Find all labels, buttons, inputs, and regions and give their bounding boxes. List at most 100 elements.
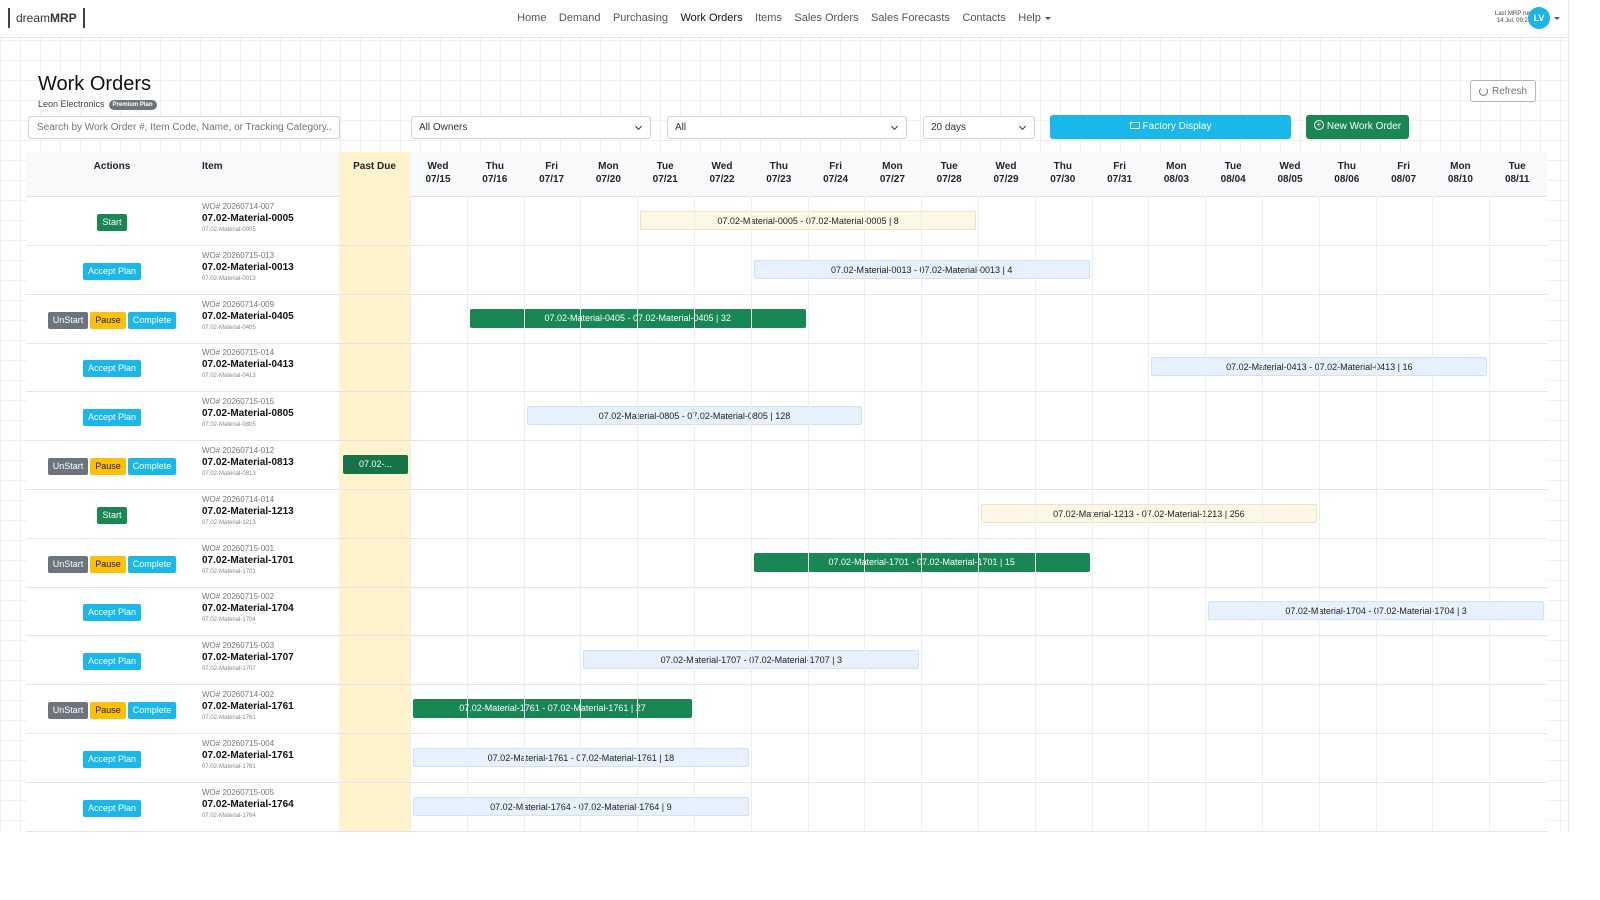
day-column-header: Fri 07/17	[524, 160, 580, 186]
nav-purchasing[interactable]: Purchasing	[613, 0, 668, 37]
day-date: 07/17	[539, 174, 565, 185]
item-name: 07.02-Material-0413	[202, 373, 256, 380]
nav-help[interactable]: Help	[1018, 0, 1051, 37]
day-of-week: Tue	[656, 161, 674, 172]
plus-circle-icon: +	[1313, 120, 1324, 131]
accept-plan-button[interactable]: Accept Plan	[82, 604, 142, 622]
item-cell[interactable]: WO# 20260715-001 07.02-Material-1701 07.02…	[202, 544, 337, 576]
range-select[interactable]: 20 days	[923, 116, 1035, 139]
day-date: 08/03	[1163, 174, 1189, 185]
nav-home[interactable]: Home	[517, 0, 546, 37]
day-of-week: Thu	[769, 161, 788, 172]
factory-display-label: Factory Display	[1142, 121, 1212, 132]
accept-plan-button[interactable]: Accept Plan	[82, 409, 142, 427]
nav-sales-orders[interactable]: Sales Orders	[794, 0, 858, 37]
gantt-bar[interactable]: 07.02-...	[343, 455, 408, 474]
unstart-button[interactable]: UnStart	[47, 702, 89, 719]
item-cell[interactable]: WO# 20260715-014 07.02-Material-0413 07.02…	[202, 348, 337, 380]
item-name: 07.02-Material-1761	[202, 715, 256, 721]
nav-contacts[interactable]: Contacts	[962, 0, 1005, 37]
day-date: 07/16	[482, 174, 508, 185]
accept-plan-button[interactable]: Accept Plan	[82, 262, 142, 280]
day-date: 07/31	[1107, 174, 1133, 185]
day-of-week: Fri	[1113, 161, 1126, 172]
caret-down-icon[interactable]	[1554, 17, 1560, 20]
day-column-header: Tue 08/11	[1489, 160, 1545, 186]
nav-demand[interactable]: Demand	[559, 0, 601, 37]
day-column-header: Fri 07/31	[1092, 160, 1148, 186]
accept-plan-button[interactable]: Accept Plan	[82, 653, 142, 671]
monitor-icon	[1129, 121, 1140, 129]
new-work-order-button[interactable]: + New Work Order	[1306, 115, 1409, 139]
unstart-button[interactable]: UnStart	[47, 555, 89, 573]
company-name: Leon Electronics Premium Plan	[38, 98, 157, 110]
complete-button[interactable]: Complete	[127, 458, 177, 475]
item-cell[interactable]: WO# 20260714-012 07.02-Material-0813 07.02…	[202, 446, 337, 478]
complete-button[interactable]: Complete	[127, 702, 177, 719]
day-of-week: Mon	[882, 161, 903, 172]
day-column-header: Wed 07/22	[694, 160, 750, 186]
day-date: 07/23	[766, 174, 792, 185]
factory-display-button[interactable]: Factory Display	[1050, 115, 1291, 139]
accept-plan-button[interactable]: Accept Plan	[82, 360, 142, 378]
gantt-bar[interactable]: 07.02-Material-1761 - 07.02-Material-176…	[413, 699, 692, 718]
day-date: 07/28	[936, 174, 962, 185]
item-code: 07.02-Material-0005	[202, 213, 294, 224]
day-gridline	[523, 196, 525, 832]
item-cell[interactable]: WO# 20260714-007 07.02-Material-0005 07.02…	[202, 202, 337, 234]
item-cell[interactable]: WO# 20260715-005 07.02-Material-1764 07.02…	[202, 788, 337, 820]
day-date: 08/04	[1220, 174, 1246, 185]
day-of-week: Wed	[711, 161, 733, 172]
item-cell[interactable]: WO# 20260714-014 07.02-Material-1213 07.02…	[202, 495, 337, 527]
item-name: 07.02-Material-0813	[202, 471, 256, 477]
row-actions: Start	[26, 490, 198, 538]
day-of-week: Thu	[485, 161, 504, 172]
nav-work-orders[interactable]: Work Orders	[680, 0, 742, 37]
unstart-button[interactable]: UnStart	[47, 311, 89, 329]
item-cell[interactable]: WO# 20260715-013 07.02-Material-0013 07.02…	[202, 251, 337, 283]
day-column-header: Fri 07/24	[808, 160, 864, 186]
day-column-header: Mon 07/27	[864, 160, 920, 186]
day-gridline	[1262, 196, 1263, 832]
work-order-number: WO# 20260714-012	[202, 446, 275, 455]
complete-button[interactable]: Complete	[127, 311, 177, 329]
pause-button[interactable]: Pause	[90, 702, 126, 719]
item-name: 07.02-Material-0013	[202, 275, 256, 282]
item-cell[interactable]: WO# 20260715-002 07.02-Material-1704 07.02…	[202, 592, 337, 624]
navbar: dreamMRP Home Demand Purchasing Work Ord…	[0, 0, 1568, 38]
day-gridline	[1034, 196, 1036, 832]
day-gridline	[978, 196, 979, 832]
owner-select[interactable]: All Owners	[411, 116, 651, 139]
search-input[interactable]	[28, 116, 340, 139]
unstart-button[interactable]: UnStart	[47, 458, 89, 475]
row-actions: Accept Plan	[26, 587, 198, 635]
item-cell[interactable]: WO# 20260715-003 07.02-Material-1707 07.02…	[202, 641, 337, 673]
item-cell[interactable]: WO# 20260714-009 07.02-Material-0405 07.02…	[202, 300, 337, 332]
scrollbar[interactable]	[1568, 0, 1600, 832]
pause-button[interactable]: Pause	[90, 311, 126, 329]
day-gridline	[1318, 196, 1320, 832]
complete-button[interactable]: Complete	[127, 555, 177, 573]
row-actions: Accept Plan	[26, 783, 198, 831]
accept-plan-button[interactable]: Accept Plan	[82, 799, 142, 817]
day-date: 07/15	[425, 174, 451, 185]
start-button[interactable]: Start	[97, 506, 127, 524]
accept-plan-button[interactable]: Accept Plan	[82, 750, 142, 768]
chevron-down-icon	[1018, 122, 1027, 131]
owner-select-value: All Owners	[419, 122, 468, 133]
nav-items[interactable]: Items	[755, 0, 782, 37]
nav-sales-forecasts[interactable]: Sales Forecasts	[871, 0, 950, 37]
day-of-week: Thu	[1053, 161, 1072, 172]
pause-button[interactable]: Pause	[90, 555, 126, 573]
status-select[interactable]: All	[667, 116, 907, 139]
day-column-header: Tue 08/04	[1205, 160, 1261, 186]
start-button[interactable]: Start	[97, 214, 127, 231]
refresh-button[interactable]: Refresh	[1470, 80, 1536, 102]
day-date: 07/21	[652, 174, 678, 185]
item-cell[interactable]: WO# 20260714-002 07.02-Material-1761 07.02…	[202, 690, 337, 722]
item-cell[interactable]: WO# 20260715-004 07.02-Material-1761 07.02…	[202, 739, 337, 771]
item-cell[interactable]: WO# 20260715-015 07.02-Material-0805 07.02…	[202, 397, 337, 429]
avatar[interactable]: LV	[1528, 7, 1550, 29]
pause-button[interactable]: Pause	[90, 458, 126, 475]
day-of-week: Fri	[1397, 161, 1410, 172]
